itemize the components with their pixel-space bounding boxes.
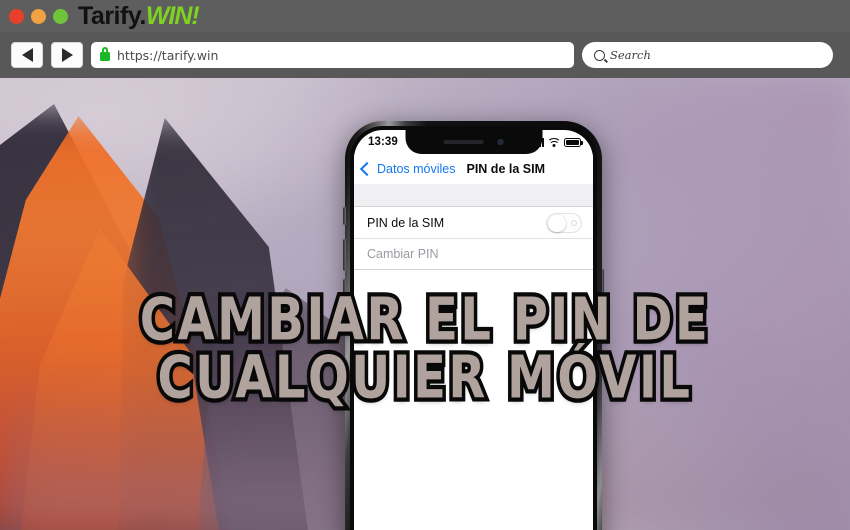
sim-pin-label: PIN de la SIM — [367, 215, 445, 230]
iphone-mockup: 13:39 Datos móviles PIN de la SIM PIN de… — [343, 121, 604, 530]
logo-text-dark: Tarify. — [78, 1, 146, 30]
ios-nav-bar: Datos móviles PIN de la SIM — [354, 154, 593, 184]
ios-status-bar: 13:39 — [354, 130, 593, 154]
window-controls — [0, 8, 68, 24]
address-bar-url: https://tarify.win — [117, 47, 219, 63]
volume-down-button[interactable] — [343, 279, 346, 311]
page-title: PIN de la SIM — [466, 162, 546, 176]
toggle-off-marker — [571, 219, 577, 226]
lock-icon — [100, 47, 110, 61]
power-button[interactable] — [601, 269, 604, 323]
close-window-button[interactable] — [9, 8, 24, 24]
zoom-window-button[interactable] — [53, 8, 68, 24]
browser-titlebar: Tarify. WIN! — [0, 0, 850, 32]
back-button[interactable] — [11, 42, 43, 68]
change-pin-label: Cambiar PIN — [367, 247, 439, 261]
minimize-window-button[interactable] — [31, 8, 46, 24]
silent-switch[interactable] — [343, 207, 346, 225]
section-gap — [354, 184, 593, 206]
browser-toolbar: https://tarify.win Search — [0, 32, 850, 78]
search-box[interactable]: Search — [582, 42, 833, 68]
browser-window: 13:39 Datos móviles PIN de la SIM PIN de… — [0, 0, 850, 530]
chevron-left-icon[interactable] — [359, 161, 375, 177]
status-icons — [531, 137, 583, 147]
settings-row-sim-pin[interactable]: PIN de la SIM — [354, 207, 593, 238]
logo-text-green: WIN! — [145, 1, 200, 30]
arrow-left-icon — [21, 48, 33, 62]
settings-empty-area — [354, 270, 593, 530]
sim-pin-toggle[interactable] — [546, 212, 582, 233]
settings-row-change-pin[interactable]: Cambiar PIN — [354, 238, 593, 269]
status-time: 13:39 — [368, 136, 398, 148]
browser-chrome: Tarify. WIN! https://tarify.win Search — [0, 0, 850, 78]
phone-screen: 13:39 Datos móviles PIN de la SIM PIN de… — [354, 130, 593, 530]
settings-group: PIN de la SIM Cambiar PIN — [354, 206, 593, 270]
site-logo: Tarify. WIN! — [78, 1, 200, 30]
arrow-right-icon — [61, 48, 73, 62]
cellular-signal-icon — [531, 137, 544, 147]
toggle-knob — [548, 214, 566, 232]
search-placeholder: Search — [610, 48, 651, 62]
back-link-label[interactable]: Datos móviles — [377, 162, 456, 176]
settings-body: PIN de la SIM Cambiar PIN — [354, 184, 593, 530]
search-icon — [594, 49, 605, 61]
volume-up-button[interactable] — [343, 239, 346, 271]
battery-icon — [564, 138, 583, 147]
wifi-icon — [547, 137, 561, 147]
forward-button[interactable] — [51, 42, 83, 68]
address-bar[interactable]: https://tarify.win — [91, 42, 574, 68]
